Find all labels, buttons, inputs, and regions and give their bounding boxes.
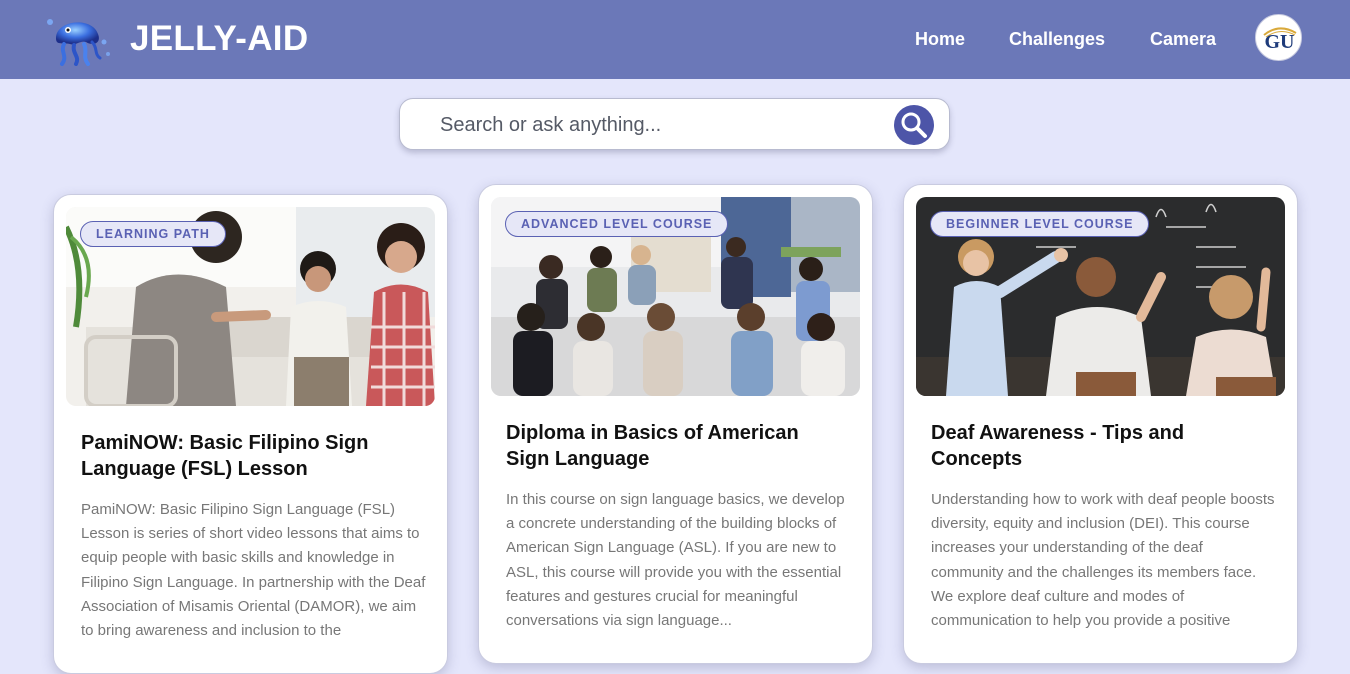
nav-camera-link[interactable]: Camera	[1150, 29, 1216, 50]
course-title[interactable]: Diploma in Basics of American Sign Langu…	[506, 420, 846, 472]
jellyfish-logo-icon[interactable]	[42, 12, 114, 66]
course-image-family-signing: LEARNING PATH	[66, 207, 435, 406]
course-image-chalkboard-class: BEGINNER LEVEL COURSE	[916, 197, 1285, 396]
course-title[interactable]: PamiNOW: Basic Filipino Sign Language (F…	[81, 430, 421, 482]
search-input[interactable]	[440, 111, 880, 139]
course-card-asl-diploma[interactable]: ADVANCED LEVEL COURSE Diploma in Basics …	[478, 184, 873, 664]
top-navigation-bar: JELLY-AID Home Challenges Camera GU	[0, 0, 1350, 79]
course-card-deaf-awareness[interactable]: BEGINNER LEVEL COURSE Deaf Awareness - T…	[903, 184, 1298, 664]
user-avatar[interactable]: GU	[1255, 14, 1302, 61]
search-bar	[399, 98, 950, 150]
search-icon	[901, 112, 927, 138]
course-description: PamiNOW: Basic Filipino Sign Language (F…	[81, 501, 426, 640]
avatar-initials: GU	[1265, 31, 1295, 53]
course-level-badge: ADVANCED LEVEL COURSE	[505, 211, 729, 237]
nav-home-link[interactable]: Home	[915, 29, 965, 50]
course-card-paminow[interactable]: LEARNING PATH PamiNOW: Basic Filipino Si…	[53, 194, 448, 674]
course-description: In this course on sign language basics, …	[506, 491, 845, 630]
nav-challenges-link[interactable]: Challenges	[1009, 29, 1105, 50]
search-button[interactable]	[894, 105, 934, 145]
course-image-classroom-circle: ADVANCED LEVEL COURSE	[491, 197, 860, 396]
brand-title[interactable]: JELLY-AID	[130, 19, 308, 59]
course-description: Understanding how to work with deaf peop…	[931, 491, 1275, 630]
course-title[interactable]: Deaf Awareness - Tips and Concepts	[931, 420, 1271, 472]
course-level-badge: BEGINNER LEVEL COURSE	[930, 211, 1150, 237]
course-level-badge: LEARNING PATH	[80, 221, 226, 247]
